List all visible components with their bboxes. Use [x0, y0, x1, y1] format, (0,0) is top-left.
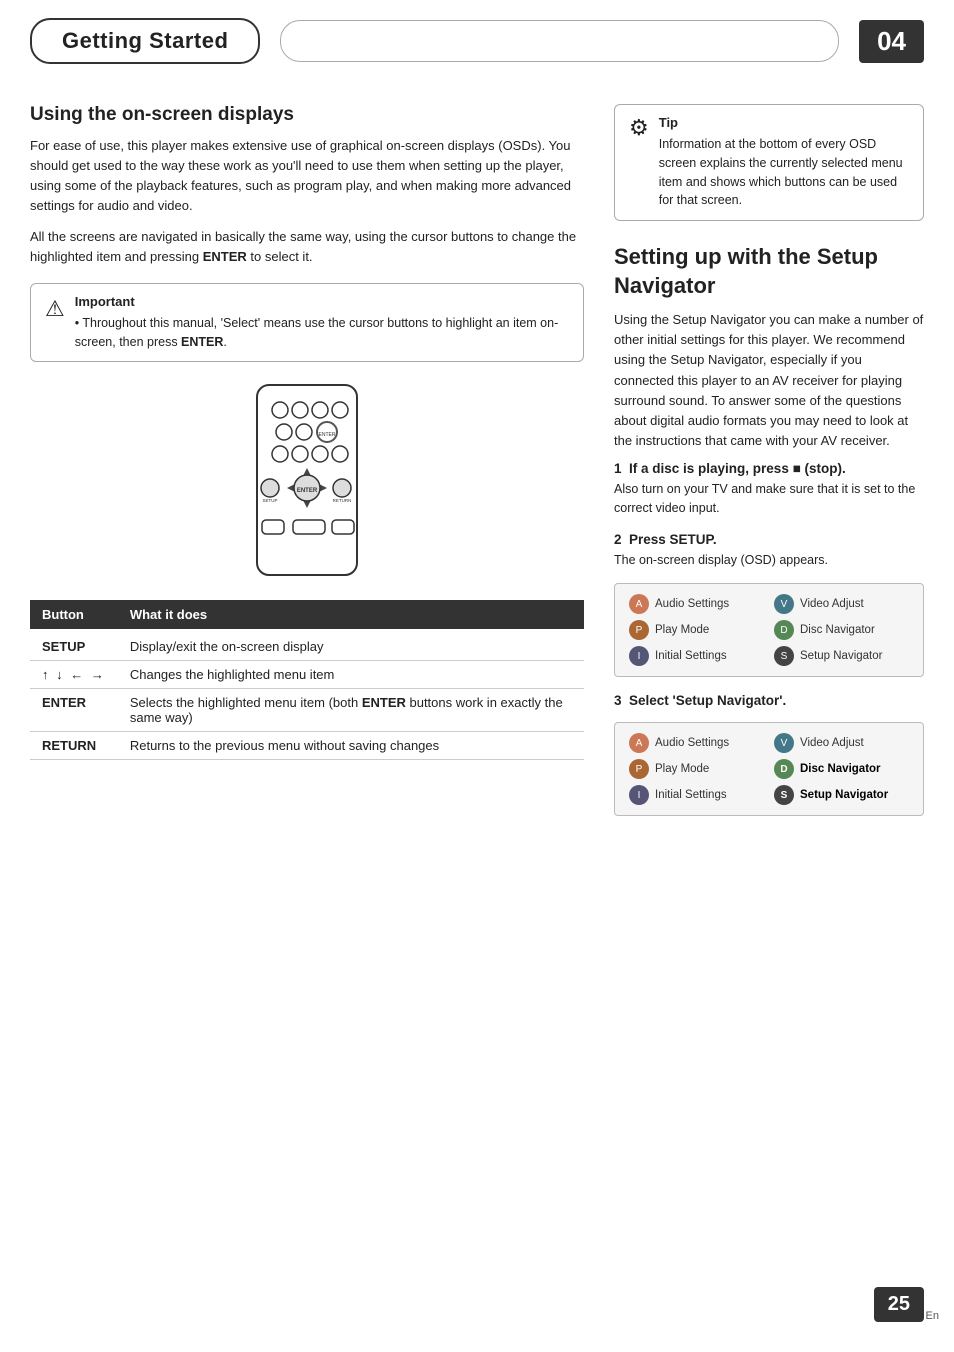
osd-item-label: Play Mode [655, 624, 709, 636]
osd-item: A Audio Settings [629, 733, 764, 753]
right-column: ⚙ Tip Information at the bottom of every… [614, 104, 924, 832]
notice-content: Important • Throughout this manual, 'Sel… [75, 294, 569, 352]
step2-number: 2 [614, 532, 629, 547]
osd-item-icon: V [774, 733, 794, 753]
button-description: Display/exit the on-screen display [118, 629, 584, 661]
remote-svg: ENTER ENTER [242, 380, 372, 580]
osd-item-icon: I [629, 646, 649, 666]
notice-body: • Throughout this manual, 'Select' means… [75, 314, 569, 352]
table-header-action: What it does [118, 600, 584, 629]
osd-grid-2: A Audio Settings V Video Adjust P Play Mode DD… [629, 733, 909, 805]
tip-content: Tip Information at the bottom of every O… [659, 115, 909, 210]
osd-item: P Play Mode [629, 759, 764, 779]
section1-body1: For ease of use, this player makes exten… [30, 136, 584, 217]
osd-item-icon: V [774, 594, 794, 614]
chapter-subtitle [280, 20, 839, 62]
osd-item: V Video Adjust [774, 733, 909, 753]
osd-item-icon: P [629, 759, 649, 779]
page-lang: En [926, 1310, 939, 1322]
main-content: Using the on-screen displays For ease of… [0, 74, 954, 862]
osd-item-label: Disc Navigator [800, 624, 875, 636]
osd-item-label: Play Mode [655, 763, 709, 775]
table-row: RETURNReturns to the previous menu witho… [30, 732, 584, 760]
page-number: 25 [874, 1287, 924, 1322]
step3: 3 Select 'Setup Navigator'. [614, 693, 924, 708]
section2-title: Setting up with the Setup Navigator [614, 243, 924, 300]
svg-text:SETUP: SETUP [262, 498, 277, 503]
section1-title: Using the on-screen displays [30, 104, 584, 126]
osd-item: I Initial Settings [629, 785, 764, 805]
chapter-title: Getting Started [30, 18, 260, 64]
osd-item: S Setup Navigator [774, 785, 909, 805]
page-header: Getting Started 04 [0, 0, 954, 74]
button-name: ENTER [30, 689, 118, 732]
button-name: SETUP [30, 629, 118, 661]
tip-icon: ⚙ [629, 115, 649, 141]
osd-item-label: Video Adjust [800, 598, 864, 610]
button-description: Changes the highlighted menu item [118, 661, 584, 689]
osd-item-label: Audio Settings [655, 598, 729, 610]
osd-item: I Initial Settings [629, 646, 764, 666]
remote-illustration: ENTER ENTER [30, 380, 584, 580]
svg-text:ENTER: ENTER [319, 432, 336, 438]
step2-body: The on-screen display (OSD) appears. [614, 551, 924, 570]
osd-item-label: Setup Navigator [800, 789, 888, 801]
step2: 2 Press SETUP. The on-screen display (OS… [614, 532, 924, 570]
left-column: Using the on-screen displays For ease of… [30, 104, 584, 832]
step1: 1 If a disc is playing, press ■ (stop). … [614, 461, 924, 518]
osd-item-icon: S [774, 785, 794, 805]
button-name: RETURN [30, 732, 118, 760]
osd-item-label: Initial Settings [655, 650, 727, 662]
table-header-button: Button [30, 600, 118, 629]
osd-item-icon: A [629, 733, 649, 753]
osd-item-label: Video Adjust [800, 737, 864, 749]
osd-item-icon: A [629, 594, 649, 614]
notice-title: Important [75, 294, 569, 309]
tip-title: Tip [659, 115, 909, 130]
osd-item-icon: S [774, 646, 794, 666]
osd-item-icon: D [774, 759, 794, 779]
osd-item: D Disc Navigator [774, 759, 909, 779]
table-row: SETUPDisplay/exit the on-screen display [30, 629, 584, 661]
button-table: Button What it does SETUPDisplay/exit th… [30, 600, 584, 760]
step1-heading: 1 If a disc is playing, press ■ (stop). [614, 461, 924, 476]
step1-body: Also turn on your TV and make sure that … [614, 480, 924, 518]
osd-item-label: Disc Navigator [800, 763, 881, 775]
tip-box: ⚙ Tip Information at the bottom of every… [614, 104, 924, 221]
osd-item: P Play Mode [629, 620, 764, 640]
section1-body2: All the screens are navigated in basical… [30, 227, 584, 267]
osd-item-label: Initial Settings [655, 789, 727, 801]
step1-number: 1 [614, 461, 629, 476]
section2-body: Using the Setup Navigator you can make a… [614, 310, 924, 451]
osd-item: S Setup Navigator [774, 646, 909, 666]
osd-item: V Video Adjust [774, 594, 909, 614]
button-description: Returns to the previous menu without sav… [118, 732, 584, 760]
osd-screenshot-1: A Audio Settings V Video Adjust P Play Mode DD… [614, 583, 924, 677]
osd-item: A Audio Settings [629, 594, 764, 614]
chapter-number: 04 [859, 20, 924, 63]
button-description: Selects the highlighted menu item (both … [118, 689, 584, 732]
table-row: ↑ ↓ ← →Changes the highlighted menu item [30, 661, 584, 689]
important-notice: ⚠ Important • Throughout this manual, 'S… [30, 283, 584, 363]
osd-item-label: Audio Settings [655, 737, 729, 749]
button-name: ↑ ↓ ← → [30, 661, 118, 689]
osd-item: D Disc Navigator [774, 620, 909, 640]
osd-item-icon: P [629, 620, 649, 640]
step3-number: 3 [614, 693, 629, 708]
svg-text:RETURN: RETURN [333, 498, 352, 503]
osd-item-icon: D [774, 620, 794, 640]
tip-body: Information at the bottom of every OSD s… [659, 135, 909, 210]
osd-grid-1: A Audio Settings V Video Adjust P Play Mode DD… [629, 594, 909, 666]
osd-item-icon: I [629, 785, 649, 805]
important-icon: ⚠ [45, 296, 65, 322]
step2-heading: 2 Press SETUP. [614, 532, 924, 547]
table-row: ENTERSelects the highlighted menu item (… [30, 689, 584, 732]
step3-heading: 3 Select 'Setup Navigator'. [614, 693, 924, 708]
svg-text:ENTER: ENTER [297, 488, 318, 494]
osd-screenshot-2: A Audio Settings V Video Adjust P Play Mode DD… [614, 722, 924, 816]
osd-item-label: Setup Navigator [800, 650, 882, 662]
